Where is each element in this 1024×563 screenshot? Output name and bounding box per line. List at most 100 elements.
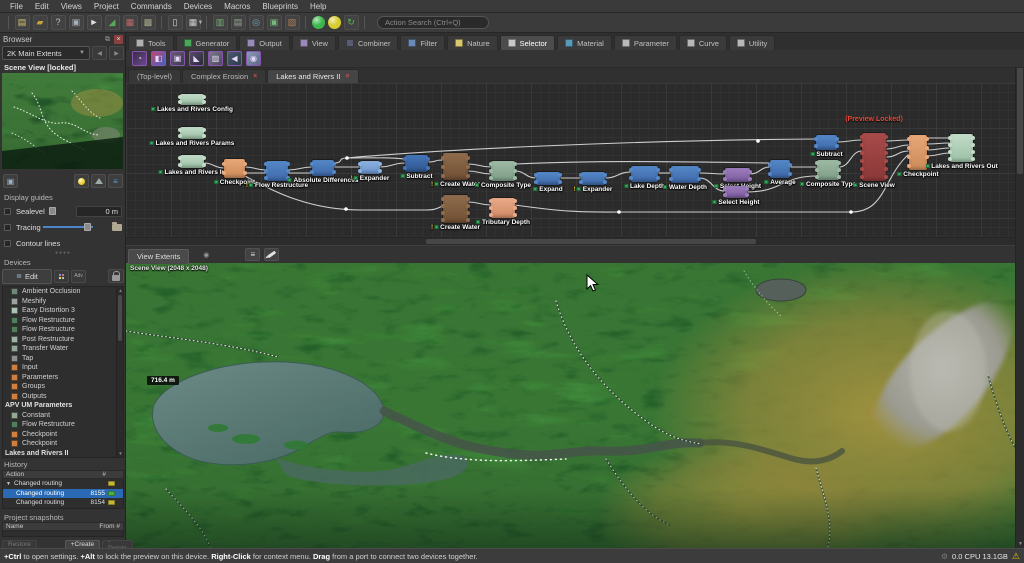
- history-row[interactable]: ▼ Changed routing: [3, 479, 123, 489]
- node-select-height[interactable]: [723, 186, 749, 198]
- device-item-ambient-occlusion[interactable]: Ambient Occlusion: [3, 287, 123, 297]
- node-lakes-and-rivers-out[interactable]: [948, 134, 975, 162]
- vscroll-thumb[interactable]: [1017, 64, 1023, 174]
- node-port[interactable]: [948, 149, 952, 154]
- scroll-down-arrow[interactable]: ▼: [1016, 541, 1024, 547]
- node-port[interactable]: [603, 179, 607, 184]
- device-scroll-thumb[interactable]: [118, 295, 122, 341]
- eye-icon[interactable]: ◉: [203, 251, 209, 259]
- node-port[interactable]: [489, 199, 493, 204]
- node-port[interactable]: [178, 128, 182, 132]
- node-port[interactable]: [513, 169, 517, 173]
- annotate-button[interactable]: [264, 248, 280, 261]
- node-port[interactable]: [579, 173, 583, 178]
- tab-selector[interactable]: Selector: [499, 35, 556, 50]
- menu-project[interactable]: Project: [88, 2, 125, 11]
- history-col-num[interactable]: #: [102, 471, 106, 478]
- layout-icon[interactable]: ▦ ▼: [185, 15, 204, 30]
- node-graph-canvas[interactable]: Lakes and Rivers Config Lakes and Rivers …: [126, 83, 1015, 237]
- warning-icon[interactable]: ⚠: [1012, 551, 1020, 562]
- node-port[interactable]: [884, 175, 888, 179]
- node-port[interactable]: [748, 169, 752, 174]
- arrow-selector-icon[interactable]: ◀: [227, 51, 242, 66]
- photo-selector-icon[interactable]: ▣: [170, 51, 185, 66]
- new-world-icon[interactable]: ▤: [14, 15, 30, 30]
- node-port[interactable]: [466, 210, 470, 215]
- node-flow-restructure[interactable]: [264, 161, 290, 181]
- history-row[interactable]: Changed routing 8154: [3, 498, 123, 508]
- node-port[interactable]: [860, 151, 864, 155]
- node-port[interactable]: [748, 176, 752, 181]
- close-tab-icon[interactable]: ×: [345, 73, 349, 80]
- node-port[interactable]: [358, 162, 362, 167]
- device-item-flow-restructure[interactable]: Flow Restructure: [3, 325, 123, 335]
- device-icon[interactable]: ▦: [122, 15, 138, 30]
- node-port[interactable]: [656, 176, 660, 180]
- panel-toggle-icon[interactable]: ▯: [167, 15, 183, 30]
- device-item-meshify[interactable]: Meshify: [3, 297, 123, 307]
- menu-blueprints[interactable]: Blueprints: [256, 2, 304, 11]
- advanced-button[interactable]: Adv: [71, 269, 86, 283]
- node-port[interactable]: [178, 156, 182, 161]
- node-port[interactable]: [243, 161, 247, 166]
- node-port[interactable]: [884, 135, 888, 139]
- node-port[interactable]: [264, 169, 268, 173]
- node-port[interactable]: [814, 144, 818, 149]
- device-scroll-up-icon[interactable]: ▲: [117, 288, 123, 293]
- help-icon[interactable]: ?: [50, 15, 66, 30]
- folder-icon[interactable]: [112, 221, 122, 231]
- node-port[interactable]: [814, 136, 818, 141]
- node-port[interactable]: [788, 171, 792, 176]
- image-icon[interactable]: ▣: [266, 15, 282, 30]
- panel-splitter[interactable]: ●●●●: [0, 250, 126, 256]
- device-item-checkpoint[interactable]: Checkpoint: [3, 430, 123, 440]
- snapshots-col-from[interactable]: From #: [99, 523, 120, 530]
- close-panel-icon[interactable]: ×: [114, 35, 123, 44]
- node-port[interactable]: [202, 162, 206, 167]
- tracing-checkbox[interactable]: [4, 223, 11, 231]
- node-port[interactable]: [860, 175, 864, 179]
- device-item-parameters[interactable]: Parameters: [3, 373, 123, 383]
- node-port[interactable]: [264, 162, 268, 167]
- node-port[interactable]: [466, 217, 470, 222]
- node-port[interactable]: [907, 163, 911, 168]
- prev-view-button[interactable]: ◀: [92, 46, 107, 60]
- node-port[interactable]: [466, 196, 470, 201]
- action-search-input[interactable]: [377, 16, 489, 29]
- scene-viewport[interactable]: Scene View (2048 x 2048) 716.4 m: [126, 263, 1015, 548]
- node-port[interactable]: [264, 175, 268, 180]
- tab-generator[interactable]: Generator: [175, 35, 238, 50]
- node-port[interactable]: [466, 155, 470, 160]
- tab-output[interactable]: Output: [239, 35, 290, 50]
- node-port[interactable]: [723, 193, 727, 197]
- node-port[interactable]: [489, 206, 493, 210]
- node-port[interactable]: [378, 168, 382, 173]
- node-lakes-and-rivers-in[interactable]: [178, 155, 206, 168]
- menu-macros[interactable]: Macros: [218, 2, 256, 11]
- noise-selector-icon[interactable]: ▨: [208, 51, 223, 66]
- menu-devices[interactable]: Devices: [178, 2, 218, 11]
- node-port[interactable]: [534, 179, 538, 184]
- sealevel-checkbox[interactable]: [4, 207, 11, 215]
- node-port[interactable]: [948, 135, 952, 140]
- device-item-constant[interactable]: Constant: [3, 411, 123, 421]
- device-item-outputs[interactable]: Outputs: [3, 392, 123, 402]
- build-sphere-yellow-icon[interactable]: [327, 16, 341, 29]
- layout-toggle-button[interactable]: [54, 269, 69, 283]
- node-port[interactable]: [466, 164, 470, 169]
- rebuild-icon[interactable]: ↻: [343, 15, 359, 30]
- device-item-easy-distortion-3[interactable]: Easy Distortion 3: [3, 306, 123, 316]
- node-port[interactable]: [745, 187, 749, 191]
- node-port[interactable]: [768, 171, 772, 176]
- node-port[interactable]: [884, 159, 888, 163]
- node-port[interactable]: [441, 173, 445, 178]
- node-lake-depth[interactable]: [629, 166, 660, 182]
- device-item-flow-restructure[interactable]: Flow Restructure: [3, 420, 123, 430]
- device-item-groups[interactable]: Groups: [3, 382, 123, 392]
- device-item-flow-restructure[interactable]: Flow Restructure: [3, 316, 123, 326]
- texture-icon[interactable]: ▨: [284, 15, 300, 30]
- next-view-button[interactable]: ▶: [109, 46, 124, 60]
- node-port[interactable]: [669, 168, 673, 173]
- node-select-height[interactable]: [723, 168, 752, 182]
- node-port[interactable]: [629, 176, 633, 180]
